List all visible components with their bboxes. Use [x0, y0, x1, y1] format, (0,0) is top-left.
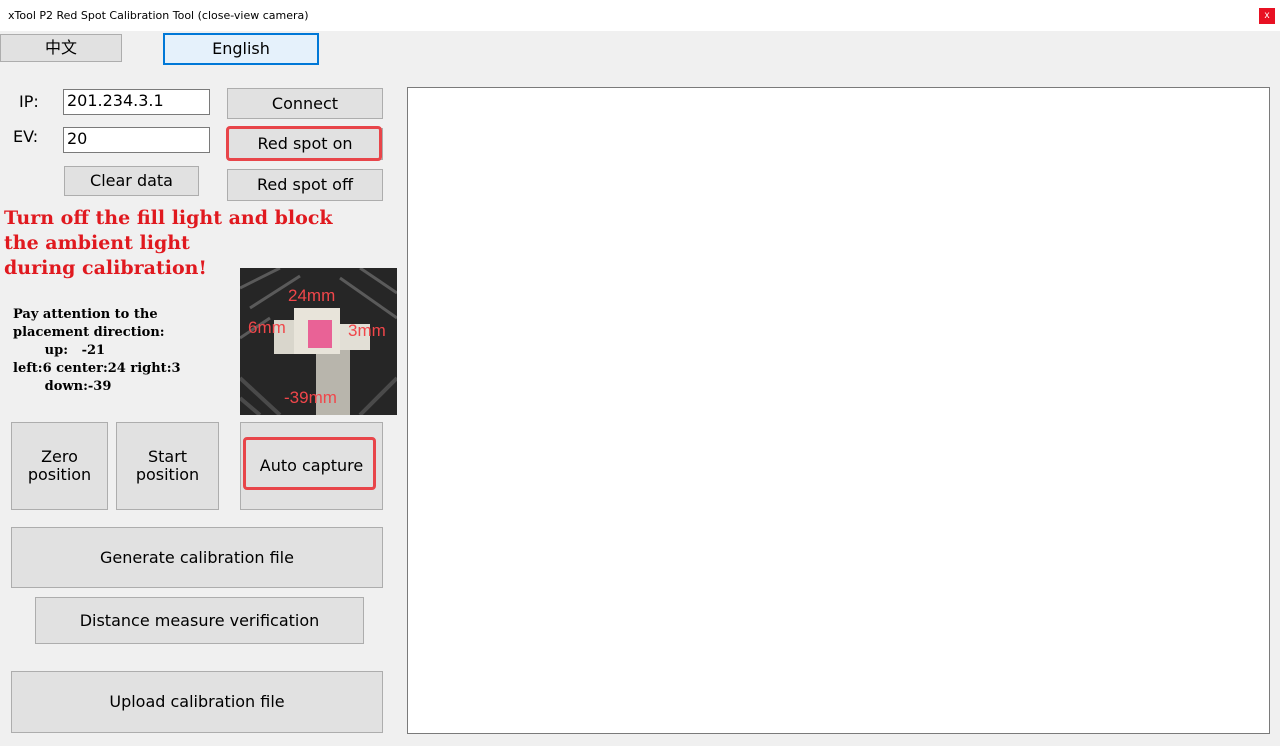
generate-calibration-file-button[interactable]: Generate calibration file — [11, 527, 383, 588]
placement-instructions: Pay attention to the placement direction:… — [13, 306, 181, 396]
ip-label: IP: — [19, 92, 39, 111]
button-label: position — [135, 465, 200, 484]
chinese-language-button[interactable]: 中文 — [0, 34, 122, 62]
connect-button[interactable]: Connect — [227, 88, 383, 119]
warning-line: the ambient light — [4, 232, 190, 254]
instruction-line: Pay attention to the — [13, 307, 158, 322]
start-position-button[interactable]: Start position — [116, 422, 219, 510]
ip-input[interactable]: 201.234.3.1 — [63, 89, 210, 115]
top-dimension-label: 24mm — [288, 286, 336, 305]
clear-data-button[interactable]: Clear data — [64, 166, 199, 196]
close-icon[interactable]: x — [1259, 8, 1275, 24]
button-label: position — [27, 465, 92, 484]
left-dimension-label: 6mm — [248, 318, 286, 337]
english-language-button[interactable]: English — [163, 33, 319, 65]
warning-line: Turn off the fill light and block — [4, 207, 333, 229]
title-bar: xTool P2 Red Spot Calibration Tool (clos… — [0, 0, 1280, 31]
red-spot-off-button[interactable]: Red spot off — [227, 169, 383, 201]
instruction-line: placement direction: — [13, 325, 165, 340]
button-label: Start — [147, 447, 188, 467]
distance-measure-verification-button[interactable]: Distance measure verification — [35, 597, 364, 644]
upload-calibration-file-button[interactable]: Upload calibration file — [11, 671, 383, 733]
right-dimension-label: 3mm — [348, 321, 386, 340]
highlight-ring — [243, 437, 376, 490]
zero-position-button[interactable]: Zero position — [11, 422, 108, 510]
instruction-line: up: -21 — [13, 343, 106, 358]
bottom-dimension-label: -39mm — [284, 388, 337, 407]
window-title: xTool P2 Red Spot Calibration Tool (clos… — [8, 9, 309, 22]
ev-input[interactable]: 20 — [63, 127, 210, 153]
instruction-line: down:-39 — [13, 379, 112, 394]
placement-reference-photo: 24mm 6mm 3mm -39mm — [240, 268, 397, 415]
highlight-ring — [226, 126, 382, 161]
ev-label: EV: — [13, 127, 39, 146]
instruction-line: left:6 center:24 right:3 — [13, 361, 181, 376]
button-label: Zero — [41, 447, 78, 467]
camera-preview-panel — [407, 87, 1270, 734]
